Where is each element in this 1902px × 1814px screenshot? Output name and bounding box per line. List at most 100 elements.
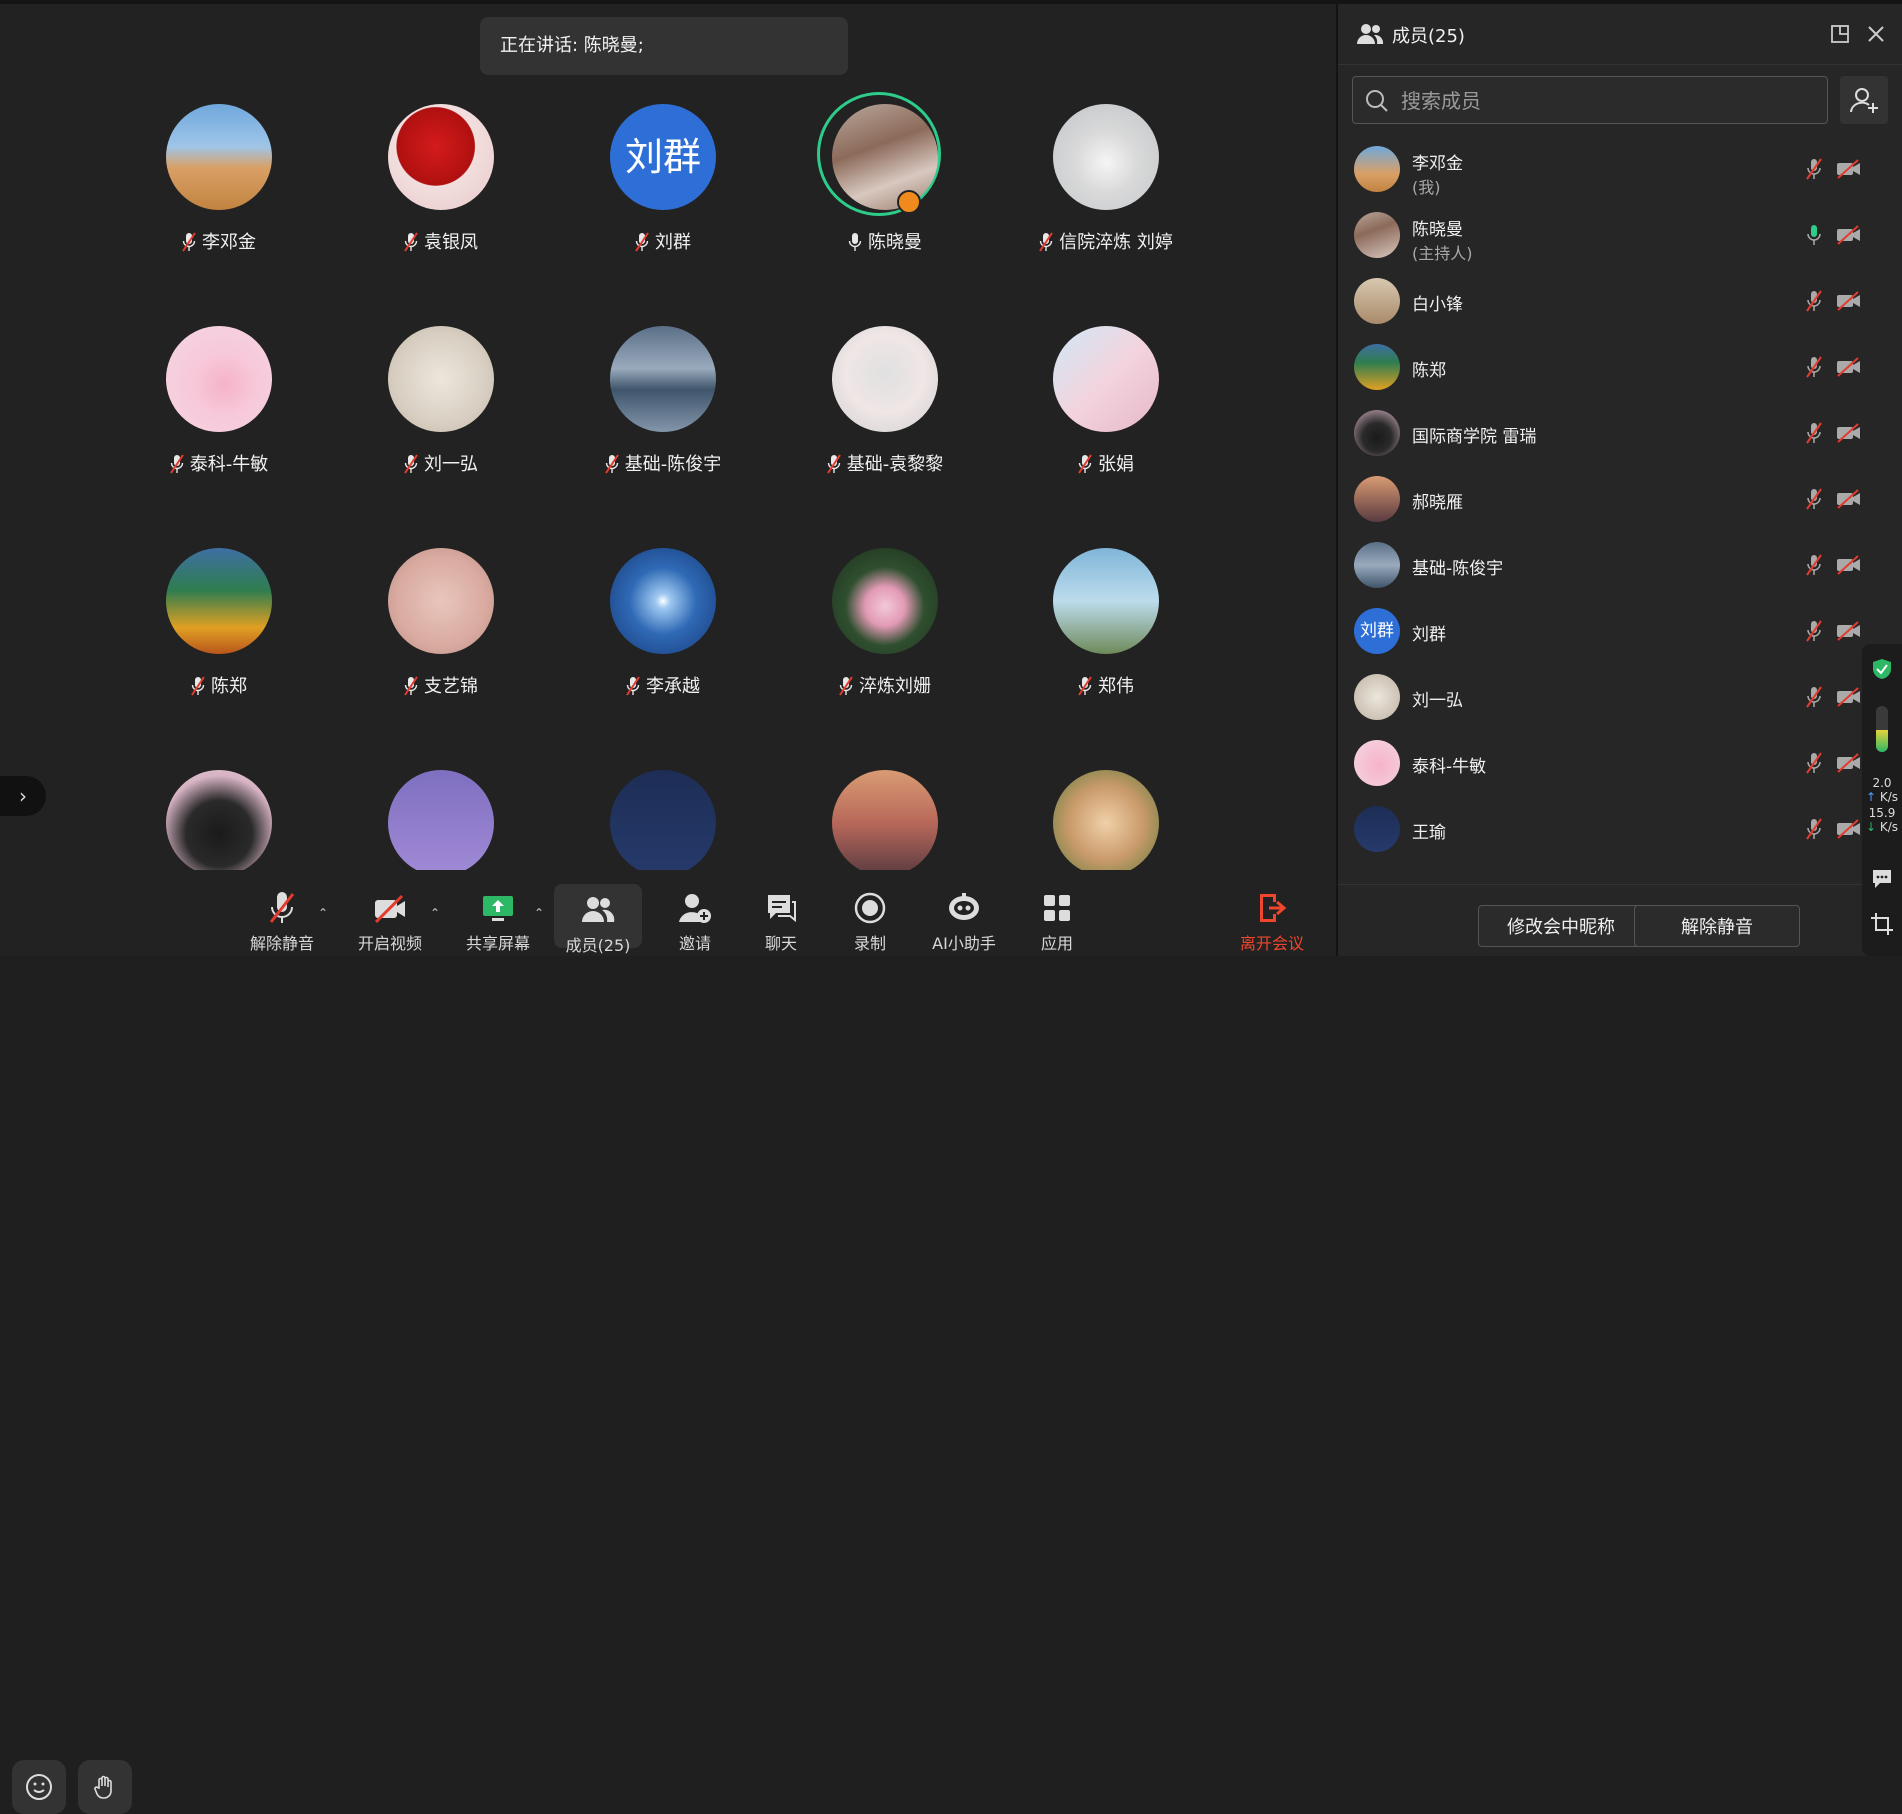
member-row[interactable]: 国际商学院 雷瑞 [1338, 400, 1878, 466]
participant-tile[interactable]: 陈郑 [119, 548, 319, 698]
participant-name: 张娟 [1098, 454, 1134, 475]
mic-off-icon[interactable] [1806, 554, 1822, 576]
member-avatar [1354, 212, 1400, 258]
participant-tile[interactable]: 泰科-牛敏 [119, 326, 319, 476]
audio-options-caret[interactable]: ⌃ [318, 906, 328, 920]
member-name: 泰科-牛敏 [1412, 757, 1487, 777]
participant-tile[interactable]: 刘一弘 [341, 326, 541, 476]
unmute-button[interactable]: 解除静音 ⌃ [242, 870, 328, 956]
member-row[interactable]: 白小锋 [1338, 268, 1878, 334]
member-row[interactable]: 陈晓曼 (主持人) [1338, 202, 1878, 268]
video-options-caret[interactable]: ⌃ [430, 906, 440, 920]
camera-off-icon[interactable] [1836, 423, 1862, 443]
mic-off-icon [269, 892, 295, 923]
mic-off-icon[interactable] [1806, 356, 1822, 378]
expand-sidebar-button[interactable]: › [0, 776, 46, 816]
member-row[interactable]: 刘一弘 [1338, 664, 1878, 730]
participant-tile[interactable]: 李承越 [563, 548, 763, 698]
chat-button[interactable]: 聊天 [756, 870, 806, 956]
close-icon[interactable] [1866, 24, 1886, 44]
mic-off-icon[interactable] [1806, 818, 1822, 840]
rename-button[interactable]: 修改会中昵称 [1478, 905, 1644, 947]
search-input[interactable] [1399, 77, 1813, 125]
mic-off-icon [635, 232, 649, 252]
mic-off-icon[interactable] [1806, 752, 1822, 774]
member-search[interactable] [1352, 76, 1828, 125]
participant-tile[interactable]: 淬炼刘姗 [785, 548, 985, 698]
member-avatar [1354, 542, 1400, 588]
mic-off-icon[interactable] [1806, 422, 1822, 444]
participant-tile[interactable]: 基础-陈俊宇 [563, 326, 763, 476]
participant-tile[interactable]: 刘群 刘群 [563, 104, 763, 254]
participant-name: 刘群 [655, 232, 691, 253]
camera-off-icon[interactable] [1836, 159, 1862, 179]
participant-name-row: 支艺锦 [341, 672, 541, 698]
ai-assistant-button[interactable]: AI小助手 [924, 870, 1004, 956]
chat-bubble-icon[interactable] [1870, 868, 1894, 890]
member-row[interactable]: 刘群 刘群 [1338, 598, 1878, 664]
participant-name-row: 泰科-牛敏 [119, 450, 319, 476]
participant-name: 陈郑 [211, 676, 247, 697]
camera-off-icon[interactable] [1836, 225, 1862, 245]
unmute-all-button[interactable]: 解除静音 [1634, 905, 1800, 947]
camera-off-icon[interactable] [1836, 753, 1862, 773]
participant-tile[interactable] [563, 770, 763, 876]
camera-off-icon[interactable] [1836, 291, 1862, 311]
members-button[interactable]: 成员(25) [554, 884, 642, 955]
mic-on-icon[interactable] [1806, 224, 1822, 246]
mic-off-icon[interactable] [1806, 686, 1822, 708]
leave-meeting-button[interactable]: 离开会议 [1232, 870, 1312, 956]
participant-avatar [610, 548, 716, 654]
share-screen-button[interactable]: 共享屏幕 ⌃ [458, 870, 544, 956]
mic-off-icon[interactable] [1806, 620, 1822, 642]
hand-icon [94, 1775, 112, 1799]
member-avatar [1354, 344, 1400, 390]
mic-off-icon[interactable] [1806, 158, 1822, 180]
mic-off-icon [826, 454, 841, 474]
shield-check-icon[interactable] [1872, 658, 1892, 680]
member-row[interactable]: 泰科-牛敏 [1338, 730, 1878, 796]
invite-button[interactable]: 邀请 [670, 870, 720, 956]
participant-tile[interactable] [119, 770, 319, 876]
participant-avatar [1053, 104, 1159, 210]
crop-icon[interactable] [1870, 912, 1894, 936]
participant-tile[interactable]: 陈晓曼 [785, 92, 985, 254]
member-row[interactable]: 陈郑 [1338, 334, 1878, 400]
participant-name-row: 张娟 [1006, 450, 1206, 476]
camera-off-icon[interactable] [1836, 489, 1862, 509]
participant-tile[interactable]: 袁银凤 [341, 104, 541, 254]
participant-tile[interactable]: 李邓金 [119, 104, 319, 254]
participant-tile[interactable]: 支艺锦 [341, 548, 541, 698]
mic-off-icon[interactable] [1806, 290, 1822, 312]
participant-tile[interactable]: 张娟 [1006, 326, 1206, 476]
camera-off-icon[interactable] [1836, 357, 1862, 377]
member-row[interactable]: 王瑜 [1338, 796, 1878, 862]
pop-out-icon[interactable] [1830, 24, 1850, 44]
participant-tile[interactable]: 基础-袁黎黎 [785, 326, 985, 476]
participant-tile[interactable] [785, 770, 985, 876]
camera-off-icon[interactable] [1836, 687, 1862, 707]
participant-tile[interactable]: 郑伟 [1006, 548, 1206, 698]
reaction-button[interactable] [12, 1760, 66, 1814]
raise-hand-button[interactable] [78, 1760, 132, 1814]
participant-tile[interactable] [1006, 770, 1206, 876]
participant-name-row: 郑伟 [1006, 672, 1206, 698]
apps-button[interactable]: 应用 [1032, 870, 1082, 956]
member-row[interactable]: 李邓金 (我) [1338, 136, 1878, 202]
camera-off-icon[interactable] [1836, 555, 1862, 575]
record-button[interactable]: 录制 [845, 870, 895, 956]
participant-tile[interactable] [341, 770, 541, 876]
start-video-button[interactable]: 开启视频 ⌃ [350, 870, 440, 956]
camera-off-icon[interactable] [1836, 621, 1862, 641]
add-member-button[interactable] [1840, 76, 1888, 124]
camera-off-icon[interactable] [1836, 819, 1862, 839]
member-row[interactable]: 基础-陈俊宇 [1338, 532, 1878, 598]
mic-off-icon[interactable] [1806, 488, 1822, 510]
participant-name-row: 基础-陈俊宇 [563, 450, 763, 476]
mic-off-icon [1078, 454, 1092, 474]
participant-name: 泰科-牛敏 [189, 454, 269, 475]
member-row[interactable]: 郝晓雁 [1338, 466, 1878, 532]
participant-tile[interactable]: 信院淬炼 刘婷 [1006, 104, 1206, 254]
share-options-caret[interactable]: ⌃ [534, 906, 544, 920]
participant-name: 刘一弘 [424, 454, 478, 475]
